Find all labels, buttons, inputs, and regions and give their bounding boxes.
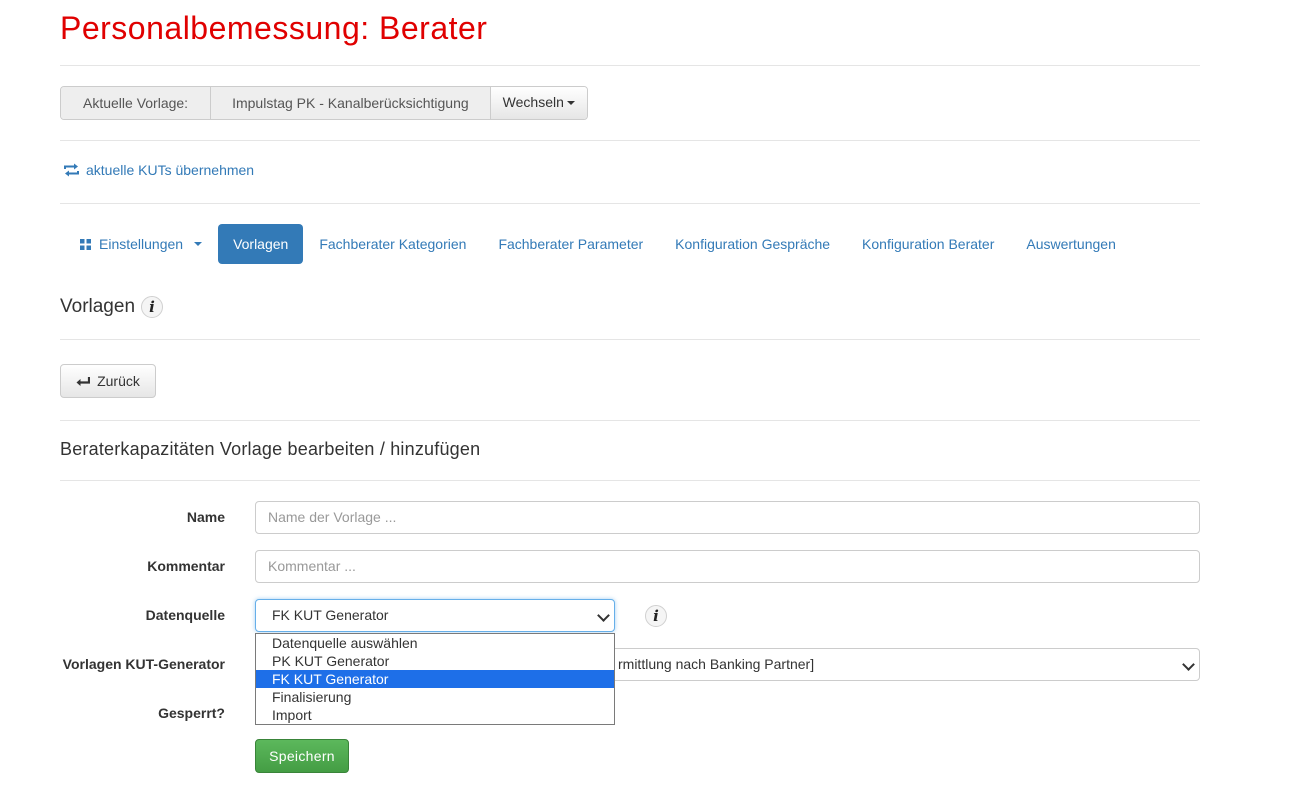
divider xyxy=(60,65,1200,66)
comment-input[interactable]: Kommentar ... xyxy=(255,550,1200,583)
divider xyxy=(60,140,1200,141)
back-arrow-icon xyxy=(76,376,91,386)
name-label: Name xyxy=(186,509,225,525)
nav-settings-dropdown[interactable]: Einstellungen xyxy=(60,224,218,264)
source-option-selected[interactable]: FK KUT Generator xyxy=(256,670,614,688)
source-label: Datenquelle xyxy=(145,607,225,623)
comment-label: Kommentar xyxy=(147,558,225,574)
section-header: Vorlagen i xyxy=(60,296,164,318)
back-button[interactable]: Zurück xyxy=(60,364,156,398)
divider xyxy=(60,420,1200,421)
tab-auswertungen[interactable]: Auswertungen xyxy=(1010,224,1132,264)
name-input[interactable]: Name der Vorlage ... xyxy=(255,501,1200,534)
source-option[interactable]: PK KUT Generator xyxy=(256,652,614,670)
source-option[interactable]: Finalisierung xyxy=(256,688,614,706)
back-button-label: Zurück xyxy=(97,373,140,389)
settings-nav: Einstellungen Vorlagen Fachberater Kateg… xyxy=(60,224,1132,264)
tab-konfiguration-gespraeche[interactable]: Konfiguration Gespräche xyxy=(659,224,846,264)
tab-fachberater-parameter[interactable]: Fachberater Parameter xyxy=(482,224,659,264)
divider xyxy=(60,480,1200,481)
info-icon[interactable]: i xyxy=(141,296,164,318)
divider xyxy=(60,339,1200,340)
current-template-bar: Aktuelle Vorlage: Impulstag PK - Kanalbe… xyxy=(60,86,588,120)
section-title: Vorlagen xyxy=(60,296,136,317)
chevron-down-icon xyxy=(597,609,610,622)
source-dropdown-list: Datenquelle auswählen PK KUT Generator F… xyxy=(255,633,615,725)
nav-settings-label: Einstellungen xyxy=(99,236,184,252)
chevron-down-icon xyxy=(1182,658,1195,671)
generator-select-value: rmittlung nach Banking Partner] xyxy=(618,656,815,672)
source-select[interactable]: FK KUT Generator xyxy=(255,599,615,632)
tab-konfiguration-berater[interactable]: Konfiguration Berater xyxy=(846,224,1010,264)
source-option[interactable]: Datenquelle auswählen xyxy=(256,634,614,652)
divider xyxy=(60,203,1200,204)
save-button[interactable]: Speichern xyxy=(255,739,349,773)
page-container: Personalbemessung: Berater Aktuelle Vorl… xyxy=(60,0,1200,810)
apply-kuts-link[interactable]: aktuelle KUTs übernehmen xyxy=(63,162,254,178)
source-select-value: FK KUT Generator xyxy=(272,607,389,623)
switch-template-button[interactable]: Wechseln xyxy=(490,87,587,119)
apply-kuts-label: aktuelle KUTs übernehmen xyxy=(86,162,255,178)
transfer-icon xyxy=(64,163,79,177)
locked-label: Gesperrt? xyxy=(158,705,225,721)
source-option[interactable]: Import xyxy=(256,706,614,724)
current-template-value: Impulstag PK - Kanalberücksichtigung xyxy=(211,87,491,119)
switch-template-label: Wechseln xyxy=(502,94,564,110)
grid-icon xyxy=(80,238,91,250)
caret-down-icon xyxy=(194,242,203,246)
page-title: Personalbemessung: Berater xyxy=(60,10,488,46)
source-info-icon[interactable]: i xyxy=(645,605,667,627)
tab-vorlagen[interactable]: Vorlagen xyxy=(218,224,304,264)
generator-label: Vorlagen KUT-Generator xyxy=(62,656,225,672)
tab-fachberater-kategorien[interactable]: Fachberater Kategorien xyxy=(303,224,482,264)
current-template-label: Aktuelle Vorlage: xyxy=(61,87,212,119)
form-title: Beraterkapazitäten Vorlage bearbeiten / … xyxy=(60,439,481,459)
caret-down-icon xyxy=(566,101,575,106)
